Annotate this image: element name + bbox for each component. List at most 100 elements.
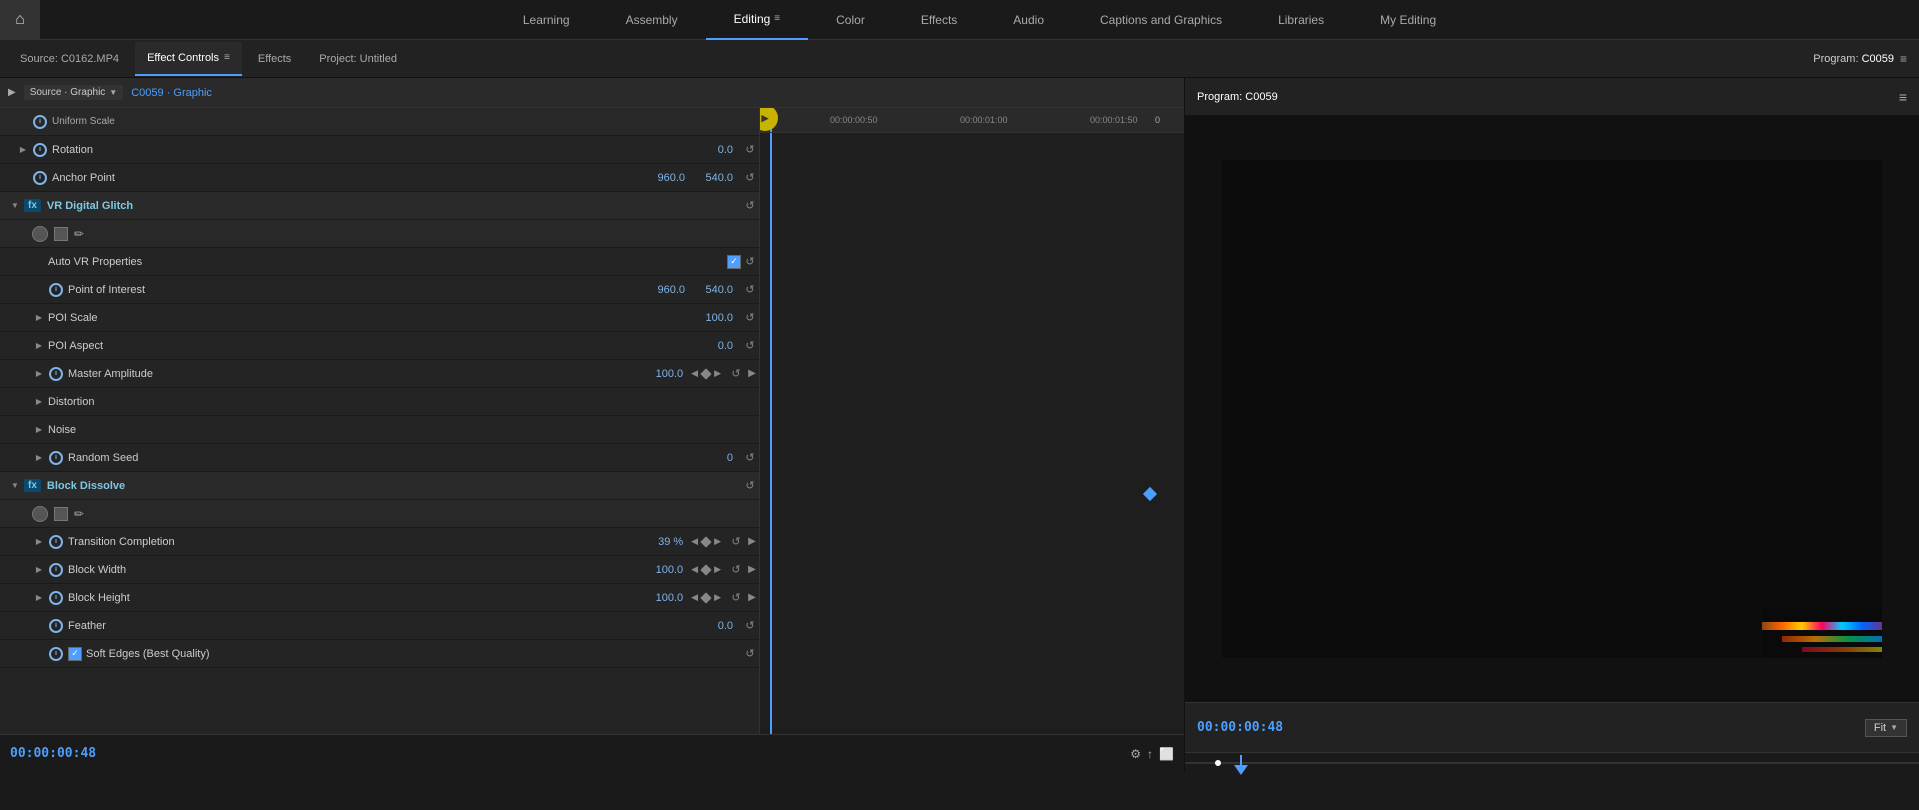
- transition-reset[interactable]: ↺: [727, 533, 745, 551]
- nav-learning[interactable]: Learning: [495, 0, 598, 40]
- nav-color[interactable]: Color: [808, 0, 893, 40]
- transition-expand-right[interactable]: ▶: [745, 535, 759, 549]
- block-dissolve-expand[interactable]: ▼: [8, 479, 22, 493]
- prev-keyframe-btn[interactable]: ◀: [691, 368, 698, 379]
- keyframe-dot[interactable]: [700, 368, 711, 379]
- ellipse-tool[interactable]: [32, 226, 48, 242]
- bh-prev-keyframe[interactable]: ◀: [691, 592, 698, 603]
- master-amp-expand[interactable]: ▶: [32, 367, 46, 381]
- anchor-point-expand[interactable]: [16, 171, 30, 185]
- transition-completion-stopwatch[interactable]: [48, 534, 64, 550]
- poi-reset[interactable]: ↺: [741, 281, 759, 299]
- block-dissolve-reset[interactable]: ↺: [741, 477, 759, 495]
- program-video: [1222, 160, 1883, 658]
- bh-keyframe-dot[interactable]: [700, 592, 711, 603]
- block-height-expand[interactable]: ▶: [32, 591, 46, 605]
- block-width-reset[interactable]: ↺: [727, 561, 745, 579]
- auto-vr-checkbox[interactable]: ✓: [727, 255, 741, 269]
- block-rect-tool[interactable]: [54, 507, 68, 521]
- soft-edges-checkbox[interactable]: ✓: [68, 647, 82, 661]
- bh-next-keyframe[interactable]: ▶: [714, 592, 721, 603]
- program-menu-icon[interactable]: ≡: [1900, 52, 1907, 66]
- auto-vr-expand[interactable]: [32, 255, 46, 269]
- soft-edges-expand[interactable]: [32, 647, 46, 661]
- uniform-scale-expand[interactable]: [16, 115, 30, 129]
- bw-next-keyframe[interactable]: ▶: [714, 564, 721, 575]
- random-seed-reset[interactable]: ↺: [741, 449, 759, 467]
- block-pen-tool[interactable]: ✏: [74, 507, 84, 521]
- anchor-point-stopwatch[interactable]: [32, 170, 48, 186]
- trans-next-keyframe[interactable]: ▶: [714, 536, 721, 547]
- nav-editing[interactable]: Editing ≡: [706, 0, 809, 40]
- next-keyframe-btn[interactable]: ▶: [714, 368, 721, 379]
- nav-assembly[interactable]: Assembly: [598, 0, 706, 40]
- block-height-reset[interactable]: ↺: [727, 589, 745, 607]
- block-width-expand[interactable]: ▶: [32, 563, 46, 577]
- bw-keyframe-dot[interactable]: [700, 564, 711, 575]
- nav-effects[interactable]: Effects: [893, 0, 985, 40]
- rotation-stopwatch[interactable]: [32, 142, 48, 158]
- fit-dropdown[interactable]: Fit ▼: [1865, 719, 1907, 737]
- random-seed-stopwatch[interactable]: [48, 450, 64, 466]
- effect-controls-panel: ▶ Source · Graphic ▼ C0059 · Graphic Uni…: [0, 78, 1185, 772]
- master-amp-reset[interactable]: ↺: [727, 365, 745, 383]
- vr-glitch-reset[interactable]: ↺: [741, 197, 759, 215]
- poi-scale-reset[interactable]: ↺: [741, 309, 759, 327]
- rotation-expand[interactable]: ▶: [16, 143, 30, 157]
- soft-edges-reset[interactable]: ↺: [741, 645, 759, 663]
- home-button[interactable]: ⌂: [0, 0, 40, 40]
- feather-stopwatch[interactable]: [48, 618, 64, 634]
- poi-aspect-expand[interactable]: ▶: [32, 339, 46, 353]
- noise-expand[interactable]: ▶: [32, 423, 46, 437]
- rect-tool[interactable]: [54, 227, 68, 241]
- block-width-stopwatch[interactable]: [48, 562, 64, 578]
- tab-project[interactable]: Project: Untitled: [307, 42, 409, 76]
- trans-keyframe-dot[interactable]: [700, 536, 711, 547]
- export-icon[interactable]: ↑: [1147, 747, 1153, 761]
- master-amp-expand-right[interactable]: ▶: [745, 367, 759, 381]
- filter-icon[interactable]: ⚙: [1130, 747, 1141, 761]
- poi-scale-expand[interactable]: ▶: [32, 311, 46, 325]
- rotation-reset[interactable]: ↺: [741, 141, 759, 159]
- transition-completion-expand[interactable]: ▶: [32, 535, 46, 549]
- distortion-expand[interactable]: ▶: [32, 395, 46, 409]
- feather-expand[interactable]: [32, 619, 46, 633]
- tab-source[interactable]: Source: C0162.MP4: [8, 42, 131, 76]
- program-timeline[interactable]: [1185, 752, 1919, 772]
- block-width-expand-right[interactable]: ▶: [745, 563, 759, 577]
- prog-start-marker: [1215, 760, 1221, 766]
- ruler-mark-2: 00:00:01:00: [960, 115, 1008, 125]
- feather-row: Feather 0.0 ↺: [0, 612, 759, 640]
- transition-completion-row: ▶ Transition Completion 39 % ◀ ▶ ↺ ▶: [0, 528, 759, 556]
- block-height-expand-right[interactable]: ▶: [745, 591, 759, 605]
- soft-edges-stopwatch[interactable]: [48, 646, 64, 662]
- nav-captions[interactable]: Captions and Graphics: [1072, 0, 1250, 40]
- block-height-stopwatch[interactable]: [48, 590, 64, 606]
- poi-stopwatch[interactable]: [48, 282, 64, 298]
- nav-audio[interactable]: Audio: [985, 0, 1072, 40]
- feather-reset[interactable]: ↺: [741, 617, 759, 635]
- expand-bottom-icon[interactable]: ⬜: [1159, 747, 1174, 761]
- pen-tool[interactable]: ✏: [74, 227, 84, 241]
- vr-expand[interactable]: ▼: [8, 199, 22, 213]
- ec-content: Uniform Scale ▶ Rotation 0.0 ↺: [0, 108, 1184, 734]
- auto-vr-reset[interactable]: ↺: [741, 253, 759, 271]
- nav-my-editing[interactable]: My Editing: [1352, 0, 1464, 40]
- master-amp-stopwatch[interactable]: [48, 366, 64, 382]
- bw-prev-keyframe[interactable]: ◀: [691, 564, 698, 575]
- source-dropdown[interactable]: Source · Graphic ▼: [24, 85, 124, 100]
- random-seed-expand[interactable]: ▶: [32, 451, 46, 465]
- transition-keyframe-marker[interactable]: [1145, 489, 1155, 499]
- ruler-mark-4: 0: [1155, 115, 1160, 125]
- tab-effects[interactable]: Effects: [246, 42, 303, 76]
- nav-libraries[interactable]: Libraries: [1250, 0, 1352, 40]
- properties-panel: Uniform Scale ▶ Rotation 0.0 ↺: [0, 108, 760, 734]
- anchor-point-reset[interactable]: ↺: [741, 169, 759, 187]
- program-settings-icon[interactable]: ≡: [1899, 89, 1907, 105]
- tab-effect-controls[interactable]: Effect Controls ≡: [135, 42, 242, 76]
- play-button[interactable]: ▶: [8, 87, 16, 98]
- poi-expand[interactable]: [32, 283, 46, 297]
- trans-prev-keyframe[interactable]: ◀: [691, 536, 698, 547]
- poi-aspect-reset[interactable]: ↺: [741, 337, 759, 355]
- block-ellipse-tool[interactable]: [32, 506, 48, 522]
